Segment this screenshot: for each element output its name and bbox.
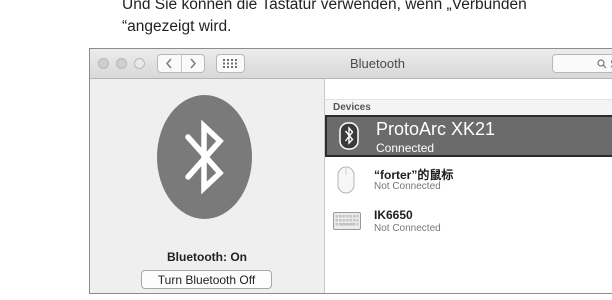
keyboard-icon	[333, 212, 361, 230]
caption-line-2: “angezeigt wird.	[122, 18, 232, 35]
device-row-protoarc-xk21[interactable]: ProtoArc XK21 Connected	[325, 115, 612, 157]
bluetooth-icon	[157, 95, 252, 219]
window-title: Bluetooth	[350, 56, 405, 71]
chevron-right-icon	[190, 58, 196, 69]
device-name: IK6650	[374, 208, 413, 222]
caption-line-1: Und Sie können die Tastatur verwenden, w…	[122, 0, 527, 13]
device-status: Not Connected	[374, 181, 441, 192]
bluetooth-status-label: Bluetooth: On	[167, 250, 247, 264]
bluetooth-preferences-window: Bluetooth S Bluetooth: On Turn Bluetooth…	[89, 48, 612, 294]
title-bar: Bluetooth S	[90, 49, 612, 79]
turn-bluetooth-off-button[interactable]: Turn Bluetooth Off	[141, 270, 272, 289]
grid-icon	[223, 59, 237, 68]
mouse-icon	[337, 166, 355, 194]
bluetooth-icon	[339, 122, 359, 150]
back-button[interactable]	[158, 55, 181, 72]
forward-button[interactable]	[180, 55, 205, 72]
show-all-button[interactable]	[216, 54, 245, 73]
devices-panel: Devices ProtoArc XK21 Connected “forter”…	[325, 79, 612, 293]
instruction-caption: Und Sie können die Tastatur verwenden, w…	[122, 0, 612, 38]
navigation-buttons	[157, 54, 205, 73]
device-row-mouse[interactable]: “forter”的鼠标 Not Connected	[325, 161, 612, 199]
search-field[interactable]: S	[552, 54, 612, 73]
chevron-left-icon	[166, 58, 172, 69]
devices-header: Devices	[325, 99, 612, 116]
minimize-window-button[interactable]	[116, 58, 127, 69]
device-name: ProtoArc XK21	[376, 119, 496, 139]
device-status: Not Connected	[374, 223, 441, 234]
bluetooth-status-panel: Bluetooth: On Turn Bluetooth Off	[90, 79, 325, 293]
close-window-button[interactable]	[98, 58, 109, 69]
zoom-window-button[interactable]	[134, 58, 145, 69]
device-status: Connected	[376, 141, 435, 155]
search-icon	[597, 58, 607, 68]
device-row-ik6650[interactable]: IK6650 Not Connected	[325, 203, 612, 241]
